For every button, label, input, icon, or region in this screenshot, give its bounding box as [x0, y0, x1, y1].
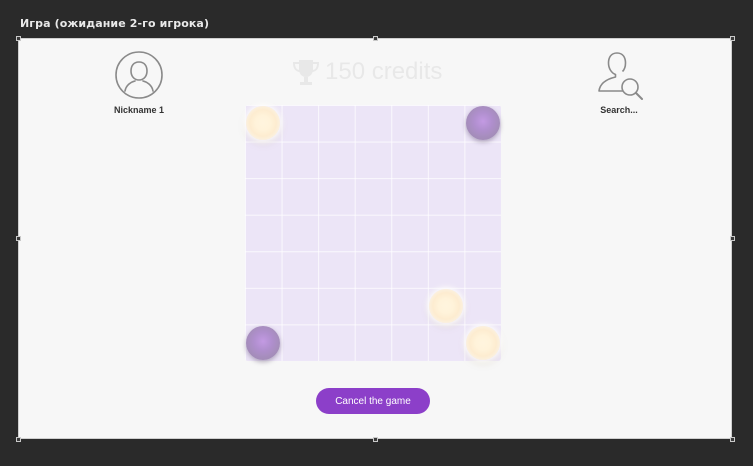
- resize-handle-top-right[interactable]: [730, 36, 735, 41]
- user-search-icon: [598, 52, 643, 100]
- resize-handle-top[interactable]: [373, 36, 378, 41]
- player-one: Nickname 1: [79, 49, 199, 115]
- dark-piece[interactable]: [246, 325, 281, 360]
- resize-handle-bottom-right[interactable]: [730, 437, 735, 442]
- resize-handle-left[interactable]: [16, 236, 21, 241]
- trophy-icon: [292, 60, 320, 85]
- player-one-name: Nickname 1: [113, 105, 165, 115]
- player-two-name: Search...: [600, 105, 638, 115]
- window-title: Игра (ожидание 2-го игрока): [20, 17, 210, 30]
- resize-handle-bottom-left[interactable]: [16, 437, 21, 442]
- user-avatar-icon: [115, 51, 163, 99]
- game-board[interactable]: [245, 105, 501, 361]
- resize-handle-right[interactable]: [730, 236, 735, 241]
- prize-amount: 150 credits: [325, 58, 443, 85]
- resize-handle-bottom[interactable]: [373, 437, 378, 442]
- prize-display: 150 credits: [291, 57, 442, 87]
- dark-piece[interactable]: [465, 106, 500, 141]
- light-piece[interactable]: [246, 106, 281, 141]
- player-two: Search...: [559, 49, 679, 115]
- resize-handle-top-left[interactable]: [16, 36, 21, 41]
- light-piece[interactable]: [465, 325, 500, 360]
- cancel-game-button[interactable]: Cancel the game: [316, 388, 430, 414]
- game-panel: Nickname 1 Search... 150 credits Cancel …: [18, 38, 732, 439]
- light-piece[interactable]: [429, 289, 464, 324]
